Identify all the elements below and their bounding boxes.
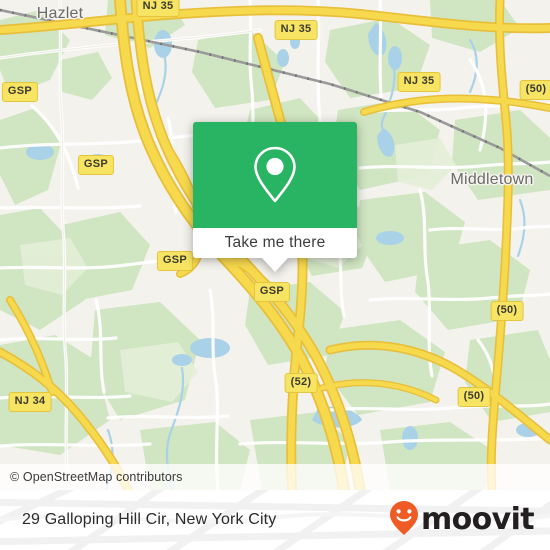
moovit-map-screen: NJ 35 NJ 35 NJ 35 (50) GSP GSP GSP GSP (…: [0, 0, 550, 550]
route-shield: NJ 35: [397, 72, 441, 92]
route-shield: GSP: [77, 155, 115, 175]
route-shield: (50): [519, 80, 550, 100]
route-shield: GSP: [253, 282, 291, 302]
route-shield: NJ 35: [136, 0, 180, 17]
moovit-wordmark: moovit: [420, 502, 535, 537]
destination-callout-card[interactable]: Take me there: [193, 122, 357, 272]
callout-header: [193, 122, 357, 228]
route-shield: (50): [457, 387, 491, 407]
route-shield: (52): [284, 373, 318, 393]
route-shield: NJ 34: [8, 392, 52, 412]
take-me-there-button[interactable]: Take me there: [193, 228, 357, 272]
map-attribution-bar: © OpenStreetMap contributors: [0, 464, 550, 490]
route-shield: NJ 35: [274, 20, 318, 40]
take-me-there-label: Take me there: [224, 234, 326, 251]
osm-attribution-text[interactable]: © OpenStreetMap contributors: [0, 470, 183, 484]
address-label: 29 Galloping Hill Cir, New York City: [22, 511, 277, 528]
route-shield: GSP: [156, 251, 194, 271]
map-pin-icon: [249, 144, 301, 206]
callout-pointer-tail: [262, 258, 288, 272]
route-shield: (50): [490, 301, 524, 321]
moovit-smiley-pin-icon: [389, 500, 419, 541]
footer-bar: 29 Galloping Hill Cir, New York City moo…: [0, 490, 550, 550]
route-shield: GSP: [1, 82, 39, 102]
place-label-hazlet: Hazlet: [36, 5, 84, 22]
moovit-logo[interactable]: moovit: [389, 500, 535, 541]
place-label-middletown: Middletown: [450, 171, 534, 188]
